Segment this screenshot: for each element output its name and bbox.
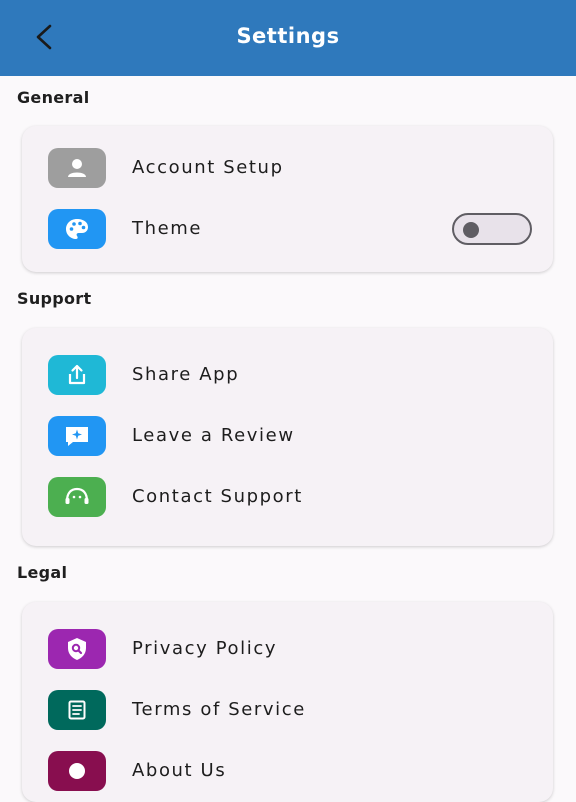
terms-of-service-label: Terms of Service [132, 699, 306, 720]
section-title-general: General [17, 88, 90, 107]
contact-support-label: Contact Support [132, 486, 303, 507]
privacy-tile [48, 629, 106, 669]
share-tile [48, 355, 106, 395]
account-setup-label: Account Setup [132, 157, 284, 178]
theme-label: Theme [132, 218, 203, 239]
support-agent-icon [65, 487, 89, 504]
theme-toggle[interactable] [452, 213, 532, 245]
support-card: Share App Leave a Review Contact Support [22, 328, 553, 546]
page-title: Settings [236, 24, 340, 48]
chevron-left-icon [36, 24, 52, 50]
section-title-support: Support [17, 289, 92, 308]
about-us-label: About Us [132, 760, 227, 781]
review-tile [48, 416, 106, 456]
back-button[interactable] [30, 22, 60, 52]
account-setup-item[interactable]: Account Setup [48, 148, 528, 190]
general-card: Account Setup Theme [22, 126, 553, 272]
account-tile [48, 148, 106, 188]
section-title-legal: Legal [17, 563, 68, 582]
toggle-knob [463, 222, 479, 238]
info-icon [69, 763, 85, 779]
theme-item[interactable]: Theme [48, 209, 532, 251]
palette-icon [66, 219, 88, 239]
terms-tile [48, 690, 106, 730]
about-us-item[interactable]: About Us [48, 751, 528, 793]
leave-review-label: Leave a Review [132, 425, 295, 446]
app-bar: Settings [0, 0, 576, 76]
contact-support-item[interactable]: Contact Support [48, 477, 528, 519]
about-tile [48, 751, 106, 791]
privacy-policy-item[interactable]: Privacy Policy [48, 629, 528, 671]
theme-tile [48, 209, 106, 249]
legal-card: Privacy Policy Terms of Service About Us [22, 602, 553, 802]
share-app-item[interactable]: Share App [48, 355, 528, 397]
privacy-shield-icon [68, 638, 86, 660]
privacy-policy-label: Privacy Policy [132, 638, 278, 659]
terms-of-service-item[interactable]: Terms of Service [48, 690, 528, 732]
review-icon [66, 427, 88, 446]
person-icon [68, 159, 86, 177]
support-tile [48, 477, 106, 517]
share-icon [68, 364, 86, 385]
share-app-label: Share App [132, 364, 240, 385]
leave-review-item[interactable]: Leave a Review [48, 416, 528, 458]
document-icon [68, 700, 86, 720]
